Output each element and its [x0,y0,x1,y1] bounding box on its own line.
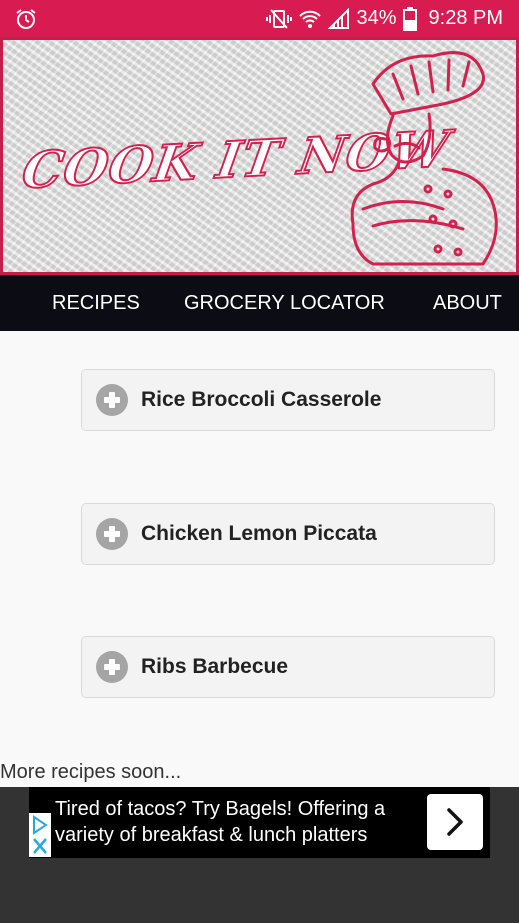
wifi-icon [298,8,322,30]
chevron-right-icon [447,808,463,836]
main-nav: RECIPES GROCERY LOCATOR ABOUT [0,275,519,331]
plus-circle-icon [96,384,128,416]
alarm-icon [14,7,38,31]
battery-icon [402,6,417,31]
clock: 9:28 PM [428,7,503,29]
vibrate-mute-icon [266,8,293,30]
recipe-item-ribs-barbecue[interactable]: Ribs Barbecue [81,636,495,698]
status-bar: 34% 9:28 PM [0,0,519,37]
recipe-label: Chicken Lemon Piccata [141,522,377,545]
recipe-item-chicken-lemon-piccata[interactable]: Chicken Lemon Piccata [81,503,495,565]
nav-about[interactable]: ABOUT [433,292,502,315]
chef-illustration [350,51,498,266]
plus-circle-icon [96,518,128,550]
ad-text[interactable]: Tired of tacos? Try Bagels! Offering a v… [55,796,430,848]
recipe-label: Rice Broccoli Casserole [141,388,382,411]
recipe-list: Rice Broccoli Casserole Chicken Lemon Pi… [0,331,519,787]
nav-grocery-locator[interactable]: GROCERY LOCATOR [184,292,385,315]
plus-circle-icon [96,651,128,683]
header-banner: COOK IT NOW [0,37,519,275]
more-recipes-note: More recipes soon... [0,761,182,783]
adchoices-icon[interactable] [29,813,51,857]
ad-cta-button[interactable] [427,794,483,850]
recipe-label: Ribs Barbecue [141,655,289,678]
nav-recipes[interactable]: RECIPES [52,292,140,315]
ad-banner[interactable]: Tired of tacos? Try Bagels! Offering a v… [29,787,490,858]
recipe-item-rice-broccoli-casserole[interactable]: Rice Broccoli Casserole [81,369,495,431]
signal-icon [328,7,350,30]
battery-percent: 34% [356,7,397,29]
